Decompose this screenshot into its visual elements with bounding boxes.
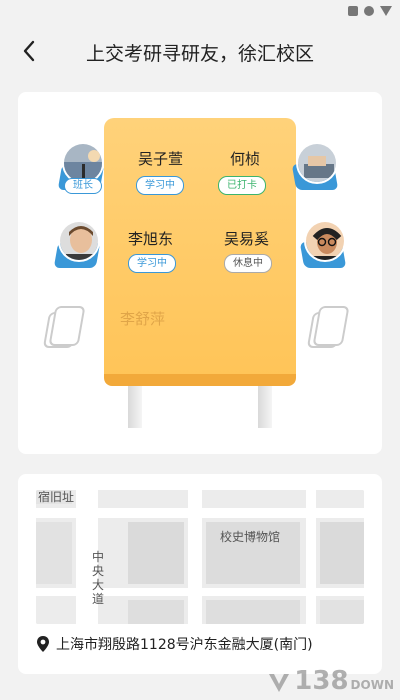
location-card: 宿旧址 校史博物馆 中央大道 上海市翔殷路1128号沪东金融大厦(南门) xyxy=(18,474,382,674)
seat-3[interactable] xyxy=(53,216,104,274)
table-leg-right xyxy=(258,386,272,428)
student-name: 吴子萱 xyxy=(138,150,184,168)
page-title: 上交考研寻研友，徐汇校区 xyxy=(85,43,314,65)
map-label: 宿旧址 xyxy=(38,490,75,504)
logo-icon xyxy=(269,674,290,692)
seat-1[interactable]: 班长 xyxy=(57,138,108,196)
map-label: 校史博物馆 xyxy=(220,530,281,544)
table-surface xyxy=(104,118,296,384)
watermark-suffix: DOWN xyxy=(350,678,394,692)
student-name: 何桢 xyxy=(230,150,261,168)
student-name: 吴易奚 xyxy=(224,230,270,248)
circle-icon xyxy=(364,6,374,16)
location-pin-icon xyxy=(37,636,49,652)
table-edge xyxy=(104,374,296,386)
site-watermark: 138 DOWN xyxy=(266,666,394,696)
empty-seat-left[interactable] xyxy=(42,304,92,350)
empty-seat-right[interactable] xyxy=(306,304,356,350)
triangle-icon xyxy=(380,6,392,16)
map[interactable]: 宿旧址 校史博物馆 中央大道 xyxy=(36,490,364,624)
avatar xyxy=(304,220,346,262)
status-badge: 已打卡 xyxy=(218,176,266,195)
map-label: 中央大道 xyxy=(92,550,105,606)
status-badge: 学习中 xyxy=(136,176,184,195)
status-badge: 学习中 xyxy=(128,254,176,273)
study-table-card: 班长 吴子萱 学习中 何桢 已打卡 李旭东 学习中 吴易奚 休息中 李舒萍 xyxy=(18,92,382,454)
status-bar xyxy=(0,0,400,24)
status-badge: 休息中 xyxy=(224,254,272,273)
watermark-number: 138 xyxy=(294,666,349,696)
header: 上交考研寻研友，徐汇校区 xyxy=(0,26,400,76)
seat-2[interactable] xyxy=(291,138,342,196)
avatar xyxy=(58,220,100,262)
avatar xyxy=(296,142,338,184)
student-name: 李旭东 xyxy=(128,230,174,248)
square-icon xyxy=(348,6,358,16)
map-image xyxy=(36,490,364,624)
monitor-tag: 班长 xyxy=(64,178,102,194)
address-row[interactable]: 上海市翔殷路1128号沪东金融大厦(南门) xyxy=(36,634,313,654)
address-text: 上海市翔殷路1128号沪东金融大厦(南门) xyxy=(56,637,313,653)
table-leg-left xyxy=(128,386,142,428)
student-name: 李舒萍 xyxy=(120,310,166,328)
seat-4[interactable] xyxy=(299,216,350,274)
